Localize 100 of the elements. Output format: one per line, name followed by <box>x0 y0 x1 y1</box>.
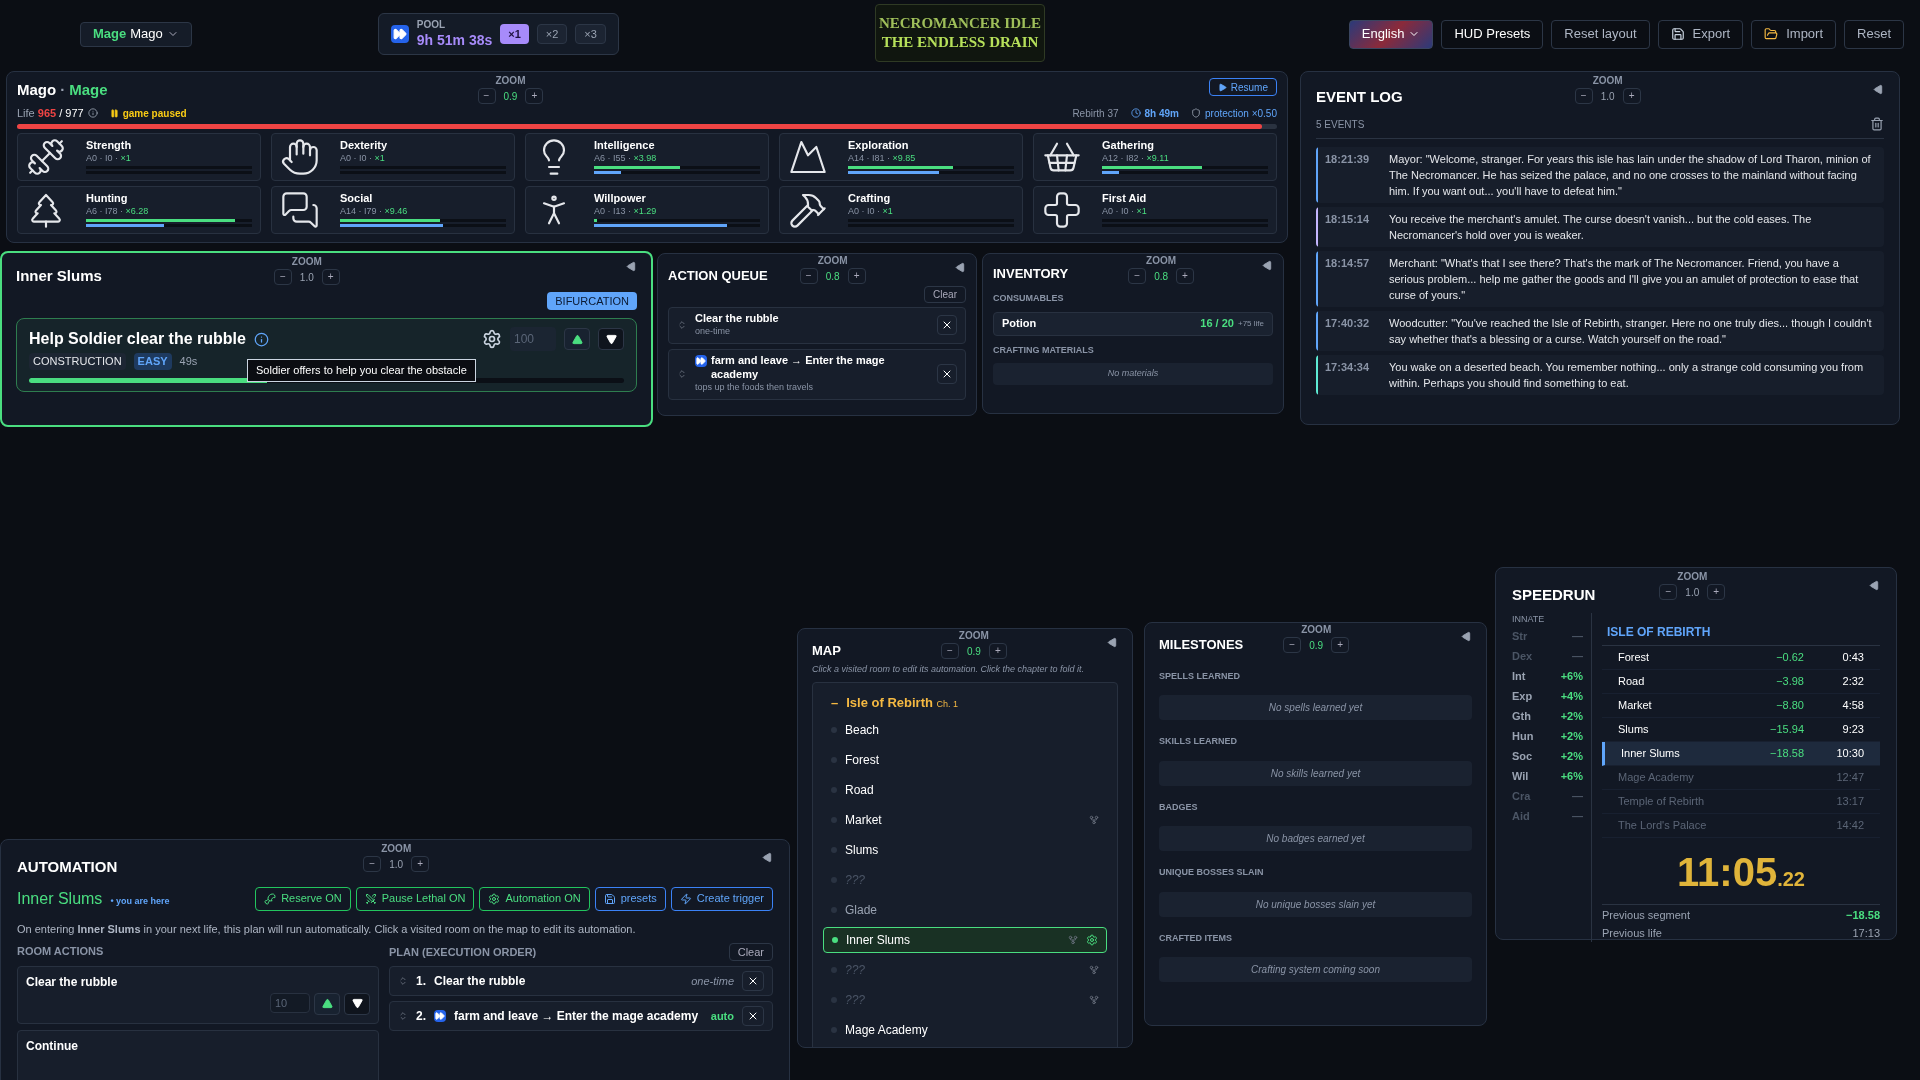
left-triangle-icon[interactable] <box>1461 631 1472 642</box>
zoom-in-button[interactable]: + <box>1622 88 1641 104</box>
toolbar-button[interactable]: Reset layout <box>1551 19 1650 49</box>
innate-bonus: — <box>1572 788 1583 804</box>
plan-step-title: Clear the rubble <box>434 973 526 990</box>
gear-icon <box>488 892 501 905</box>
zoom-in-button[interactable]: + <box>1707 584 1726 600</box>
stat-details: A0 · I0 · ×1 <box>1102 205 1147 217</box>
split-row: Inner Slums −18.58 10:30 <box>1602 741 1880 766</box>
room-name: Mage Academy <box>845 1021 928 1039</box>
repeat-count-field[interactable]: 10 <box>270 992 310 1013</box>
zoom-out-button[interactable]: − <box>363 856 382 872</box>
speech-bubbles-icon <box>280 189 320 230</box>
speed-button[interactable]: ×2 <box>536 24 568 44</box>
stat-details: A0 · I13 · ×1.29 <box>594 205 657 217</box>
bifurcation-badge: BIFURCATION <box>547 291 637 310</box>
room-row[interactable]: Glade <box>823 896 1107 923</box>
room-row[interactable]: Road <box>823 776 1107 803</box>
left-triangle-icon[interactable] <box>955 262 966 273</box>
zoom-in-button[interactable]: + <box>1176 268 1195 284</box>
language-selector[interactable]: English <box>1348 19 1434 49</box>
chapter-header[interactable]: – Isle of Rebirth Ch. 1 <box>831 693 959 713</box>
left-triangle-icon[interactable] <box>762 852 773 863</box>
speed-button[interactable]: ×3 <box>575 24 606 44</box>
room-name: ??? <box>845 991 866 1009</box>
room-row[interactable]: Slums <box>823 836 1107 863</box>
zoom-out-button[interactable]: − <box>940 643 959 659</box>
clear-button[interactable]: Clear <box>728 943 773 961</box>
action-tag: EASY <box>133 353 172 370</box>
left-triangle-icon[interactable] <box>1107 637 1118 648</box>
zoom-in-button[interactable]: + <box>988 643 1007 659</box>
automation-button[interactable]: presets <box>594 886 666 911</box>
zoom-in-button[interactable]: + <box>525 88 544 104</box>
toolbar-button[interactable]: Export <box>1657 19 1744 49</box>
left-triangle-icon[interactable] <box>1262 260 1273 271</box>
remove-button[interactable] <box>937 364 957 385</box>
toolbar-button[interactable]: HUD Presets <box>1441 19 1544 49</box>
resume-button[interactable]: Resume <box>1208 78 1277 96</box>
automation-button[interactable]: Reserve ON <box>255 886 351 911</box>
zoom-value: 0.8 <box>1154 269 1169 284</box>
zoom-out-button[interactable]: − <box>1659 584 1678 600</box>
zoom-out-button[interactable]: − <box>1128 268 1147 284</box>
up-button[interactable] <box>314 992 340 1015</box>
zoom-value: 0.8 <box>825 269 840 284</box>
remove-button[interactable] <box>937 315 957 336</box>
folder-icon <box>1764 27 1779 41</box>
zoom-value: 1.0 <box>299 270 314 285</box>
section-heading: CONSUMABLES <box>993 292 1064 305</box>
zoom-label: ZOOM <box>1677 572 1708 582</box>
lightning-icon <box>679 892 692 905</box>
split-row: Slums −15.94 9:23 <box>1602 717 1880 742</box>
panel-title: SPEEDRUN <box>1512 585 1596 605</box>
automation-button[interactable]: Automation ON <box>479 886 590 911</box>
zoom-in-button[interactable]: + <box>1331 637 1350 653</box>
toolbar-button[interactable]: Reset <box>1844 19 1904 49</box>
up-button[interactable] <box>564 328 590 350</box>
zoom-in-button[interactable]: + <box>321 269 340 285</box>
toolbar-button[interactable]: Import <box>1751 19 1837 49</box>
automation-button[interactable]: Pause Lethal ON <box>355 886 475 911</box>
tooltip: Soldier offers to help you clear the obstacle <box>247 359 476 382</box>
left-triangle-icon[interactable] <box>1869 580 1880 591</box>
room-row[interactable]: Mage Academy <box>823 1016 1107 1043</box>
clear-button[interactable]: Clear <box>924 285 966 303</box>
zoom-out-button[interactable]: − <box>477 88 496 104</box>
crossed-swords-icon <box>364 892 377 905</box>
repeat-count-field[interactable]: 100 <box>510 327 556 351</box>
speed-button[interactable]: ×1 <box>500 24 529 44</box>
zoom-out-button[interactable]: − <box>273 269 292 285</box>
left-triangle-icon[interactable] <box>1873 84 1884 95</box>
room-row[interactable]: Inner Slums <box>823 926 1107 953</box>
room-row[interactable]: Beach <box>823 716 1107 743</box>
remove-button[interactable] <box>742 1006 764 1026</box>
panel-title: AUTOMATION <box>17 857 118 877</box>
hand-icon <box>280 136 320 177</box>
down-button[interactable] <box>344 992 370 1015</box>
remove-button[interactable] <box>742 971 764 991</box>
zoom-out-button[interactable]: − <box>1574 88 1593 104</box>
stat-abbreviation: Dex <box>1512 648 1533 664</box>
close-icon <box>747 1010 759 1022</box>
zoom-out-button[interactable]: − <box>799 268 818 284</box>
trash-icon[interactable] <box>1870 117 1884 131</box>
room-action-name: Clear the rubble <box>26 973 118 991</box>
stat-abbreviation: Hun <box>1512 728 1534 744</box>
pool-label: POOL <box>416 19 447 32</box>
room-row[interactable]: Forest <box>823 746 1107 773</box>
down-button[interactable] <box>598 328 624 350</box>
automation-button[interactable]: Create trigger <box>670 886 773 911</box>
zoom-in-button[interactable]: + <box>411 856 430 872</box>
stat-name: Strength <box>86 139 132 153</box>
room-row[interactable]: Market <box>823 806 1107 833</box>
empty-message: No materials <box>993 363 1273 385</box>
up-triangle-icon <box>571 333 583 345</box>
character-selector[interactable]: Mage Mago <box>80 21 192 47</box>
left-triangle-icon[interactable] <box>626 261 637 272</box>
zoom-in-button[interactable]: + <box>847 268 866 284</box>
room-name: ??? <box>845 871 866 889</box>
zoom-out-button[interactable]: − <box>1283 637 1302 653</box>
zoom-value: 1.0 <box>1600 89 1615 104</box>
stat-name: Willpower <box>594 192 646 206</box>
zoom-label: ZOOM <box>381 844 412 854</box>
